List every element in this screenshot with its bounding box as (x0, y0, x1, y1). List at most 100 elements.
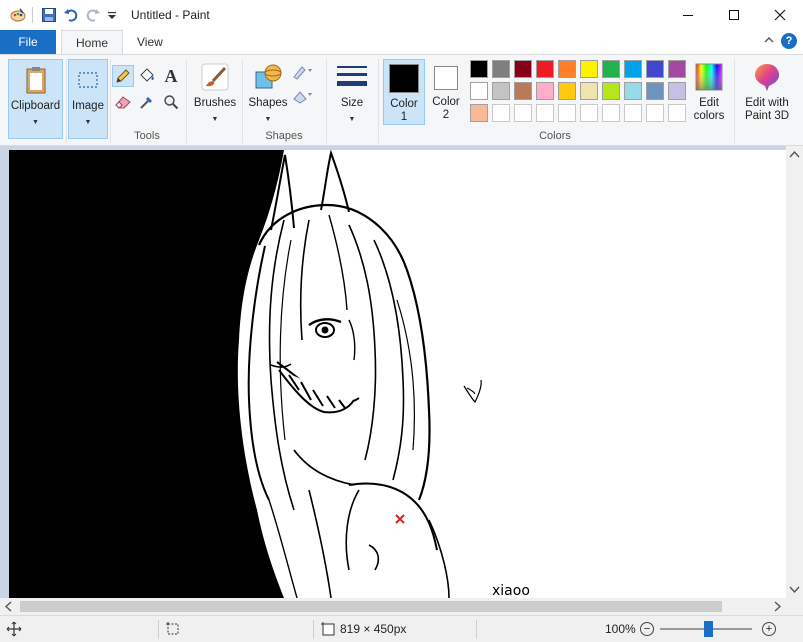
clipboard-icon (20, 64, 52, 96)
palette-swatch[interactable] (514, 60, 532, 78)
help-icon[interactable]: ? (781, 33, 797, 49)
palette-swatch[interactable] (470, 82, 488, 100)
palette-swatch[interactable] (470, 104, 488, 122)
palette-swatch[interactable] (602, 82, 620, 100)
window-title: Untitled - Paint (131, 8, 210, 22)
palette-swatch[interactable] (558, 60, 576, 78)
zoom-out-button[interactable]: − (640, 622, 654, 636)
text-icon: A (164, 65, 178, 86)
eraser-tool[interactable] (112, 91, 134, 113)
paint3d-line2: Paint 3D (744, 110, 790, 122)
magnifier-tool[interactable] (160, 91, 182, 113)
color-spectrum-icon (693, 61, 725, 93)
brushes-button[interactable]: Brushes ▼ (190, 61, 240, 126)
palette-swatch[interactable] (514, 82, 532, 100)
palette-swatch[interactable] (668, 82, 686, 100)
scroll-right-icon (774, 601, 782, 612)
paint-app-icon[interactable] (10, 7, 26, 23)
paint3d-icon (751, 61, 783, 93)
pencil-icon (116, 69, 130, 83)
color2-button[interactable]: Color 2 (427, 63, 465, 122)
palette-swatch[interactable] (668, 60, 686, 78)
edit-colors-line2: colors (693, 110, 725, 122)
pencil-tool[interactable] (112, 65, 134, 87)
palette-swatch[interactable] (580, 82, 598, 100)
artist-signature: xiaoo (492, 583, 530, 598)
image-button[interactable]: Image ▼ (68, 59, 108, 139)
save-icon[interactable] (41, 7, 57, 23)
drawing-canvas[interactable]: xiaoo (9, 150, 786, 598)
palette-swatch[interactable] (536, 60, 554, 78)
edit-colors-button[interactable]: Edit colors (689, 61, 729, 123)
zoom-slider-thumb[interactable] (704, 621, 713, 637)
palette-swatch[interactable] (646, 82, 664, 100)
horizontal-scrollbar[interactable] (0, 598, 786, 615)
vertical-scrollbar[interactable] (786, 146, 803, 598)
scroll-down-icon (789, 586, 800, 594)
palette-swatch-empty[interactable] (558, 104, 576, 122)
palette-swatch[interactable] (602, 60, 620, 78)
undo-icon[interactable] (63, 7, 79, 23)
palette-swatch[interactable] (580, 60, 598, 78)
fill-bucket-icon (140, 68, 154, 82)
magnifier-icon (164, 95, 179, 110)
text-tool[interactable]: A (160, 65, 182, 87)
fill-shape-tool[interactable] (292, 85, 314, 107)
image-dimensions: 819 × 450px (340, 622, 407, 636)
ribbon-tabs: File Home View ? (0, 30, 803, 54)
scrollbar-corner (786, 598, 803, 615)
palette-swatch[interactable] (470, 60, 488, 78)
palette-swatch[interactable] (558, 82, 576, 100)
outline-tool[interactable] (292, 61, 314, 83)
maximize-button[interactable] (711, 0, 757, 30)
customize-toolbar-icon[interactable] (107, 7, 117, 23)
palette-swatch-empty[interactable] (624, 104, 642, 122)
palette-swatch[interactable] (624, 82, 642, 100)
palette-swatch-empty[interactable] (646, 104, 664, 122)
brushes-label: Brushes (193, 97, 237, 109)
shapes-group-label: Shapes (265, 130, 303, 142)
line-size-icon (336, 61, 368, 93)
zoom-in-button[interactable]: + (762, 622, 776, 636)
size-button[interactable]: Size ▼ (330, 61, 374, 126)
status-bar: 819 × 450px 100% − + (0, 615, 803, 642)
palette-swatch[interactable] (492, 60, 510, 78)
outline-icon (293, 66, 312, 80)
redo-icon[interactable] (85, 7, 101, 23)
tab-home[interactable]: Home (61, 30, 124, 54)
zoom-level: 100% (605, 622, 636, 636)
eraser-icon (115, 96, 131, 109)
palette-swatch[interactable] (492, 82, 510, 100)
palette-swatch-empty[interactable] (536, 104, 554, 122)
color-picker-tool[interactable] (136, 91, 158, 113)
palette-swatch-empty[interactable] (514, 104, 532, 122)
fill-tool[interactable] (136, 65, 158, 87)
collapse-ribbon-icon[interactable] (763, 34, 775, 49)
palette-swatch-empty[interactable] (580, 104, 598, 122)
palette-swatch-empty[interactable] (602, 104, 620, 122)
close-button[interactable] (757, 0, 803, 30)
minimize-button[interactable] (665, 0, 711, 30)
size-label: Size (340, 97, 364, 109)
color2-number: 2 (442, 109, 450, 121)
clipboard-button[interactable]: Clipboard ▼ (8, 59, 63, 139)
palette-swatch[interactable] (646, 60, 664, 78)
edit-with-paint3d-button[interactable]: Edit with Paint 3D (738, 61, 796, 123)
shapes-icon (252, 61, 284, 93)
palette-swatch-empty[interactable] (668, 104, 686, 122)
shapes-button[interactable]: Shapes ▼ (246, 61, 290, 126)
image-label: Image (72, 100, 104, 112)
horizontal-scroll-thumb[interactable] (20, 601, 722, 612)
tab-view[interactable]: View (123, 30, 177, 54)
tab-file[interactable]: File (0, 30, 56, 54)
palette-swatch[interactable] (536, 82, 554, 100)
shapes-label: Shapes (248, 97, 288, 109)
color1-button[interactable]: Color 1 (383, 59, 425, 125)
selection-size-icon (165, 616, 181, 642)
paint3d-line1: Edit with (745, 97, 789, 109)
palette-swatch[interactable] (624, 60, 642, 78)
palette-swatch-empty[interactable] (492, 104, 510, 122)
color1-number: 1 (400, 111, 408, 123)
edit-colors-line1: Edit (699, 97, 719, 109)
image-size-icon (320, 616, 336, 642)
